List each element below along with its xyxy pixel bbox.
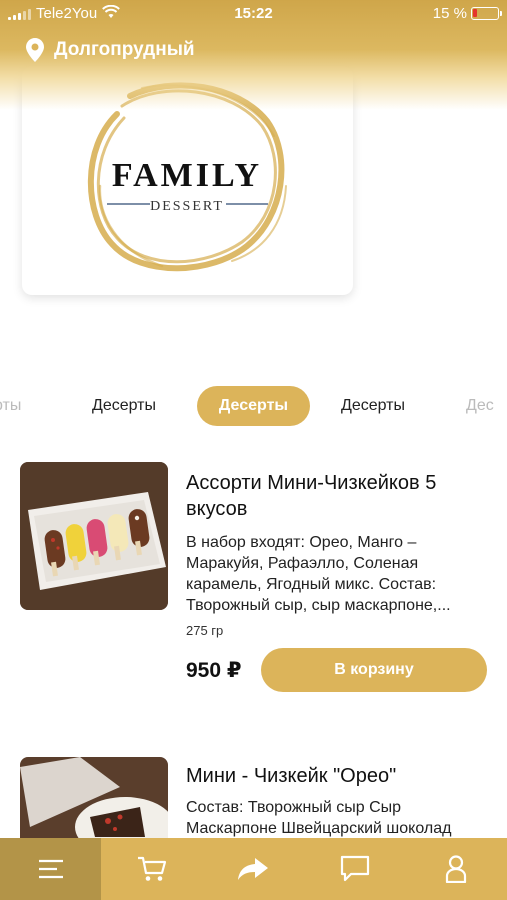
bottom-navigation — [0, 838, 507, 900]
tab-category-1[interactable]: Десерты — [92, 386, 172, 426]
product-image[interactable] — [20, 757, 168, 838]
cheesecake-assorted-image — [20, 462, 168, 610]
product-price: 950 ₽ — [186, 659, 242, 682]
chat-icon — [340, 855, 369, 882]
menu-icon — [38, 859, 63, 879]
product-image[interactable] — [20, 462, 168, 610]
nav-profile-button[interactable] — [406, 838, 507, 900]
cart-icon — [138, 856, 167, 881]
battery-level-fill — [473, 9, 477, 17]
location-city: Долгопрудный — [54, 39, 195, 60]
nav-chat-button[interactable] — [304, 838, 405, 900]
nav-share-button[interactable] — [203, 838, 304, 900]
battery-icon — [471, 7, 502, 20]
product-title[interactable]: Ассорти Мини-Чизкейков 5 вкусов — [186, 470, 486, 522]
status-bar: Tele2You 15:22 15 % — [0, 0, 507, 28]
tab-category-3[interactable]: Десерты — [341, 386, 421, 426]
profile-icon — [446, 855, 467, 883]
clock: 15:22 — [234, 5, 273, 22]
product-weight: 275 гр — [186, 623, 224, 638]
tab-category-0[interactable]: рты — [0, 386, 40, 426]
location-selector[interactable]: Долгопрудный — [26, 38, 195, 62]
nav-cart-button[interactable] — [101, 838, 202, 900]
battery-percent: 15 % — [432, 5, 467, 22]
tab-category-2-active[interactable]: Десерты — [197, 386, 310, 426]
category-tabs: рты Десерты Десерты Десерты Дес — [0, 386, 507, 428]
product-description: В набор входят: Орео, Манго – Маракуйя, … — [186, 534, 451, 614]
location-pin-icon — [26, 38, 44, 62]
product-title[interactable]: Мини - Чизкейк "Орео" — [186, 763, 486, 789]
logo-subtitle-text: DESSERT — [150, 199, 224, 214]
add-to-cart-button[interactable]: В корзину — [261, 648, 487, 692]
cheesecake-oreo-image — [20, 757, 168, 838]
nav-menu-button[interactable] — [0, 838, 102, 900]
logo-brand-text: FAMILY — [112, 157, 262, 194]
product-description: Состав: Творожный сыр Сыр Маскарпоне Шве… — [186, 799, 452, 837]
tab-category-4[interactable]: Дес — [466, 386, 507, 426]
share-arrow-icon — [238, 858, 269, 880]
